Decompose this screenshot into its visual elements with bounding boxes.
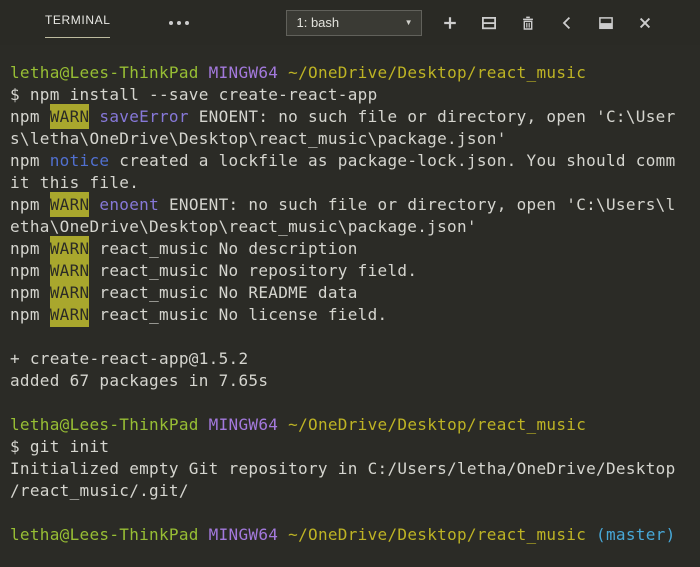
terminal-panel-header: TERMINAL 1: bash ▼ bbox=[0, 0, 700, 45]
terminal-output[interactable]: letha@Lees-ThinkPad MINGW64 ~/OneDrive/D… bbox=[0, 45, 700, 546]
terminal-text-segment: npm bbox=[10, 151, 50, 170]
terminal-line: npm WARN saveError ENOENT: no such file … bbox=[10, 104, 700, 129]
terminal-line: /react_music/.git/ bbox=[10, 480, 700, 502]
warn-badge: WARN bbox=[49, 302, 90, 327]
terminal-text-segment: etha\OneDrive\Desktop\react_music\packag… bbox=[10, 217, 477, 236]
terminal-text-segment: npm bbox=[10, 305, 50, 324]
terminal-text-segment: react_music No repository field. bbox=[89, 261, 418, 280]
terminal-text-segment: react_music No description bbox=[89, 239, 358, 258]
terminal-text-segment: MINGW64 bbox=[208, 525, 279, 544]
terminal-text-segment: ~/OneDrive/Desktop/react_music bbox=[288, 63, 587, 82]
terminal-text-segment: ENOENT: no such file or directory, open … bbox=[188, 107, 676, 126]
terminal-text-segment: letha@Lees-ThinkPad bbox=[10, 415, 199, 434]
terminal-text-segment: saveError bbox=[99, 107, 189, 126]
terminal-text-segment: ~/OneDrive/Desktop/react_music bbox=[288, 415, 587, 434]
terminal-text-segment: $ git init bbox=[10, 437, 110, 456]
terminal-text-segment: s\letha\OneDrive\Desktop\react_music\pac… bbox=[10, 129, 507, 148]
terminal-text-segment: notice bbox=[49, 151, 110, 170]
terminal-line: Initialized empty Git repository in C:/U… bbox=[10, 458, 700, 480]
terminal-text-segment: Initialized empty Git repository in C:/U… bbox=[10, 459, 676, 478]
terminal-line: + create-react-app@1.5.2 bbox=[10, 348, 700, 370]
shell-selector-value: 1: bash bbox=[296, 15, 340, 30]
warn-badge: WARN bbox=[49, 192, 90, 217]
terminal-text-segment: npm bbox=[10, 239, 50, 258]
tab-terminal[interactable]: TERMINAL bbox=[45, 13, 111, 38]
terminal-text-segment: MINGW64 bbox=[208, 415, 279, 434]
terminal-line: npm WARN enoent ENOENT: no such file or … bbox=[10, 192, 700, 217]
terminal-text-segment: react_music No license field. bbox=[89, 305, 388, 324]
terminal-text-segment: npm bbox=[10, 195, 50, 214]
terminal-text-segment: MINGW64 bbox=[208, 63, 279, 82]
terminal-text-segment: $ npm install --save create-react-app bbox=[10, 85, 378, 104]
terminal-line: npm WARN react_music No license field. bbox=[10, 302, 700, 327]
terminal-text-segment: + create-react-app@1.5.2 bbox=[10, 349, 249, 368]
shell-selector-dropdown[interactable]: 1: bash ▼ bbox=[286, 9, 423, 36]
terminal-text-segment: (master) bbox=[586, 525, 676, 544]
terminal-line: letha@Lees-ThinkPad MINGW64 ~/OneDrive/D… bbox=[10, 62, 700, 84]
terminal-text-segment: ENOENT: no such file or directory, open … bbox=[159, 195, 676, 214]
terminal-text-segment: letha@Lees-ThinkPad bbox=[10, 63, 199, 82]
terminal-line: npm WARN react_music No repository field… bbox=[10, 258, 700, 283]
terminal-text-segment: enoent bbox=[99, 195, 160, 214]
terminal-text-segment: added 67 packages in 7.65s bbox=[10, 371, 269, 390]
terminal-text-segment: ~/OneDrive/Desktop/react_music bbox=[288, 525, 587, 544]
terminal-line: npm WARN react_music No README data bbox=[10, 280, 700, 305]
terminal-line: npm WARN react_music No description bbox=[10, 236, 700, 261]
terminal-line: s\letha\OneDrive\Desktop\react_music\pac… bbox=[10, 128, 700, 150]
terminal-text-segment: npm bbox=[10, 283, 50, 302]
terminal-text-segment: letha@Lees-ThinkPad bbox=[10, 525, 199, 544]
terminal-text-segment: npm bbox=[10, 107, 50, 126]
terminal-actions bbox=[442, 15, 653, 31]
terminal-line: etha\OneDrive\Desktop\react_music\packag… bbox=[10, 216, 700, 238]
dropdown-arrow-icon: ▼ bbox=[404, 17, 413, 27]
terminal-line: $ npm install --save create-react-app bbox=[10, 84, 700, 106]
warn-badge: WARN bbox=[49, 104, 90, 129]
chevron-left-icon[interactable] bbox=[559, 15, 575, 31]
terminal-text-segment: created a lockfile as package-lock.json.… bbox=[109, 151, 676, 170]
split-terminal-icon[interactable] bbox=[481, 15, 497, 31]
more-actions-icon[interactable] bbox=[166, 15, 192, 31]
terminal-text-segment: it this file. bbox=[10, 173, 140, 192]
close-panel-icon[interactable] bbox=[637, 15, 653, 31]
kill-terminal-icon[interactable] bbox=[520, 15, 536, 31]
new-terminal-icon[interactable] bbox=[442, 15, 458, 31]
terminal-line: letha@Lees-ThinkPad MINGW64 ~/OneDrive/D… bbox=[10, 524, 700, 546]
terminal-text-segment: /react_music/.git/ bbox=[10, 481, 189, 500]
terminal-text-segment: npm bbox=[10, 261, 50, 280]
terminal-line: npm notice created a lockfile as package… bbox=[10, 150, 700, 172]
terminal-line: it this file. bbox=[10, 172, 700, 194]
terminal-line: added 67 packages in 7.65s bbox=[10, 370, 700, 392]
terminal-line: letha@Lees-ThinkPad MINGW64 ~/OneDrive/D… bbox=[10, 414, 700, 436]
maximize-panel-icon[interactable] bbox=[598, 15, 614, 31]
terminal-line: $ git init bbox=[10, 436, 700, 458]
terminal-text-segment: react_music No README data bbox=[89, 283, 358, 302]
